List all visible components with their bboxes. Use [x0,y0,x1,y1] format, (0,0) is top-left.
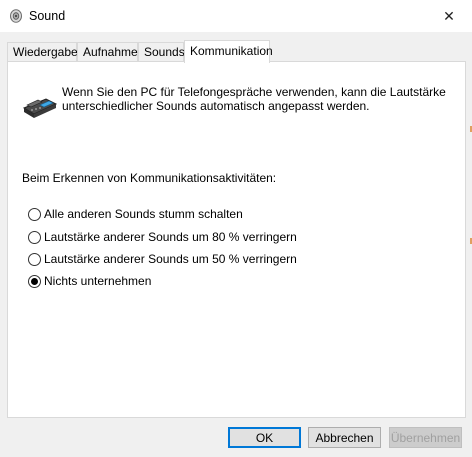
info-line-1: Wenn Sie den PC für Telefongespräche ver… [62,85,446,99]
close-icon: ✕ [443,7,455,24]
option-reduce-80[interactable]: Lautstärke anderer Sounds um 80 % verrin… [28,228,297,246]
option-label: Lautstärke anderer Sounds um 80 % verrin… [44,230,297,244]
speaker-icon [10,9,22,23]
info-text: Wenn Sie den PC für Telefongespräche ver… [62,85,452,113]
section-label: Beim Erkennen von Kommunikationsaktivitä… [22,171,277,185]
info-line-2: unterschiedlicher Sounds automatisch ang… [62,99,370,113]
tab-wiedergabe[interactable]: Wiedergabe [7,42,78,62]
radio-button[interactable] [28,207,41,221]
radio-button-selected[interactable] [28,274,41,288]
option-reduce-50[interactable]: Lautstärke anderer Sounds um 50 % verrin… [28,250,297,268]
dialog-body: Wiedergabe Aufnahme Sounds Kommunikation… [0,32,472,457]
option-mute-all[interactable]: Alle anderen Sounds stumm schalten [28,205,243,223]
window-title: Sound [29,9,66,23]
communication-panel: Wenn Sie den PC für Telefongespräche ver… [7,61,466,418]
apply-button[interactable]: Übernehmen [389,427,462,448]
telephone-icon [22,98,58,118]
tab-sounds[interactable]: Sounds [138,42,185,62]
option-do-nothing[interactable]: Nichts unternehmen [28,272,151,290]
option-label: Alle anderen Sounds stumm schalten [44,207,243,221]
tab-kommunikation[interactable]: Kommunikation [184,40,273,63]
radio-button[interactable] [28,230,41,244]
radio-dot [31,277,38,285]
radio-button[interactable] [28,252,41,266]
option-label: Lautstärke anderer Sounds um 50 % verrin… [44,252,297,266]
ok-button[interactable]: OK [228,427,301,448]
title-bar: Sound ✕ [0,0,472,32]
close-button[interactable]: ✕ [426,0,472,32]
cancel-button[interactable]: Abbrechen [308,427,381,448]
tab-aufnahme[interactable]: Aufnahme [77,42,138,62]
option-label: Nichts unternehmen [44,274,152,288]
